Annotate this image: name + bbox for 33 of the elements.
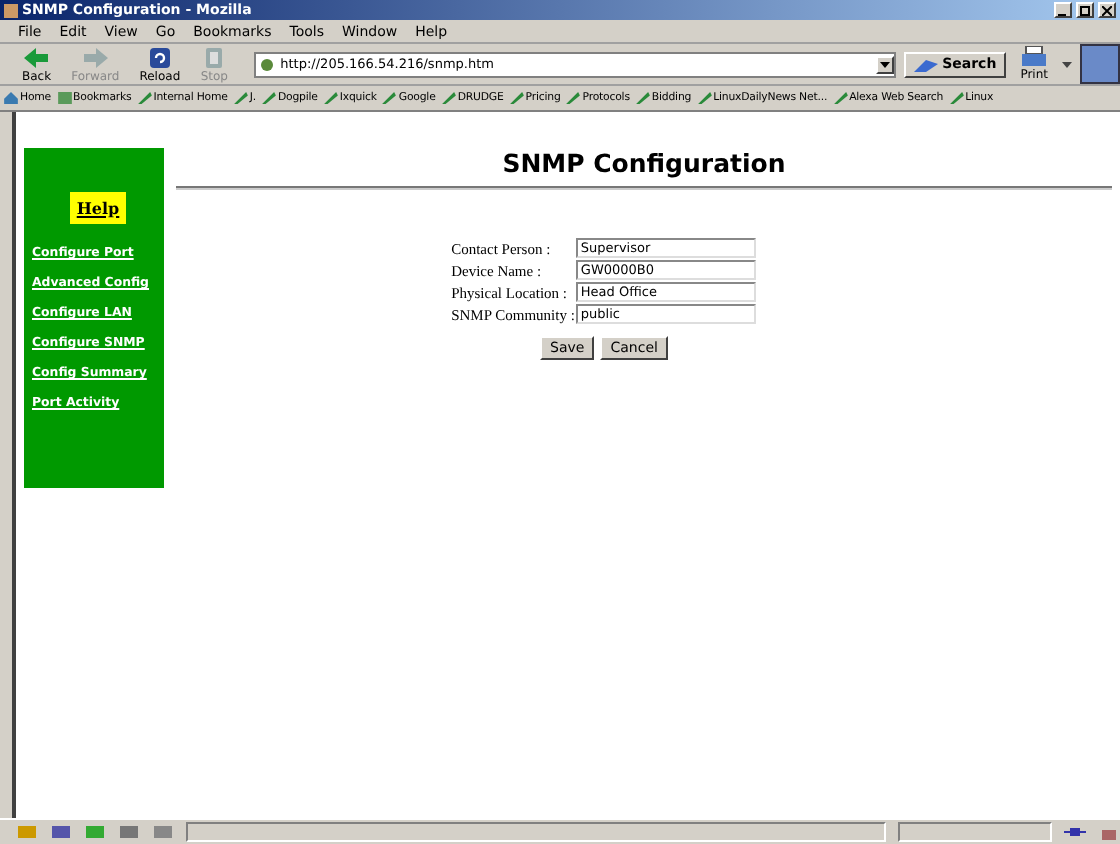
help-link[interactable]: Help [70, 192, 126, 224]
search-icon [914, 56, 939, 72]
reload-icon [145, 45, 174, 69]
bookmark-icon [382, 92, 397, 104]
maximize-button[interactable] [1076, 2, 1094, 18]
bookmark-icon [635, 92, 650, 104]
status-icon[interactable] [118, 824, 140, 840]
forward-arrow-icon [81, 45, 110, 69]
house-icon [4, 92, 18, 104]
maximize-icon [1080, 5, 1090, 15]
close-button[interactable] [1098, 2, 1116, 18]
bookmark-icon [509, 92, 524, 104]
page-heading: SNMP Configuration [502, 148, 786, 178]
bookmark-icon [833, 92, 848, 104]
bookmark-icon [566, 92, 581, 104]
app-icon [4, 3, 18, 17]
caret-icon[interactable] [1062, 61, 1072, 67]
bookmarks-icon [57, 92, 72, 104]
status-icon[interactable] [50, 824, 72, 840]
close-icon [1102, 5, 1112, 15]
throbber-logo [1080, 44, 1120, 84]
bookmark-icon [323, 92, 338, 104]
page-icon [260, 57, 275, 71]
bookmark-icon [441, 92, 456, 104]
minimize-button[interactable] [1054, 2, 1072, 18]
dropdown-button[interactable] [876, 55, 895, 73]
caret-icon [880, 61, 891, 67]
connection-icon [1064, 824, 1086, 840]
bookmark-icon [949, 92, 964, 104]
bookmark-icon [697, 92, 712, 104]
bookmark-icon [137, 92, 152, 104]
back-arrow-icon [22, 45, 51, 69]
printer-icon [1022, 46, 1047, 68]
